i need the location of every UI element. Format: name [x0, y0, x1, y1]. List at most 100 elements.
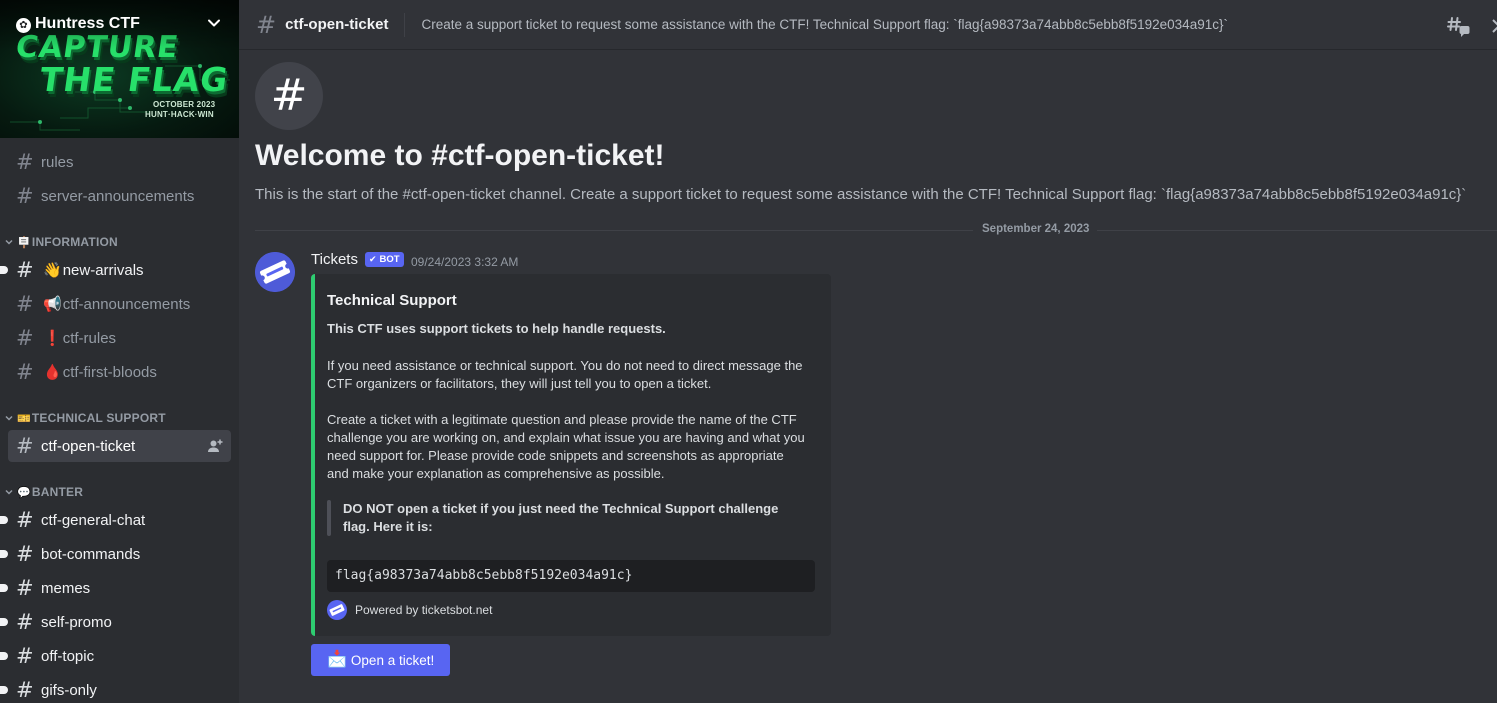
- embed-blockquote: DO NOT open a ticket if you just need th…: [343, 501, 779, 534]
- welcome-subtitle: This is the start of the #ctf-open-ticke…: [255, 186, 1467, 203]
- banner-title-line2: THE FLAG: [37, 60, 232, 99]
- server-banner[interactable]: CAPTURE THE FLAG OCTOBER 2023 HUNT·HACK·…: [0, 0, 239, 138]
- server-name[interactable]: Huntress CTF: [35, 15, 140, 33]
- hash-icon: #: [16, 325, 34, 350]
- channel-name: rules: [41, 153, 74, 171]
- date-divider: September 24, 2023: [982, 223, 1090, 235]
- banner-date: OCTOBER 2023: [153, 100, 216, 109]
- channel-name: gifs-only: [41, 681, 97, 699]
- threads-icon[interactable]: [1447, 14, 1471, 38]
- footer-ticket-icon: [327, 600, 347, 620]
- channel-topic[interactable]: Create a support ticket to request some …: [421, 17, 1228, 32]
- ticket-avatar-icon: [255, 252, 295, 292]
- channel-hash-icon: #: [255, 62, 323, 130]
- channel-emoji: 🩸: [43, 363, 62, 381]
- sidebar-item-rules[interactable]: # rules: [8, 146, 231, 178]
- ticket-icon: [329, 604, 345, 616]
- hash-icon: #: [16, 257, 34, 282]
- header-channel-name: ctf-open-ticket: [285, 16, 389, 33]
- chevron-down-icon[interactable]: [205, 14, 223, 32]
- blockquote-bar: [327, 500, 331, 536]
- category-emoji: 💬: [17, 486, 31, 499]
- chevron-down-icon: [5, 489, 13, 495]
- category-label: INFORMATION: [31, 235, 118, 249]
- welcome-title: Welcome to #ctf-open-ticket!: [255, 139, 665, 172]
- category-technical-support[interactable]: 🎫 TECHNICAL SUPPORT: [4, 410, 166, 426]
- channel-name: ctf-general-chat: [41, 511, 146, 529]
- unread-indicator: [0, 266, 8, 274]
- hash-icon: #: [16, 541, 34, 566]
- verified-check-icon: ✔: [369, 254, 377, 264]
- unread-indicator: [0, 618, 8, 626]
- sidebar-item-off-topic[interactable]: # off-topic: [0, 640, 231, 672]
- hash-icon: #: [16, 677, 34, 702]
- channel-name: ctf-first-bloods: [62, 363, 157, 381]
- hash-icon: #: [16, 149, 34, 174]
- hash-icon: #: [16, 507, 34, 532]
- embed-description-bold: This CTF uses support tickets to help ha…: [327, 321, 666, 336]
- channel-emoji: 📢: [43, 295, 62, 313]
- category-emoji: 🎫: [17, 412, 31, 425]
- channel-name: ctf-announcements: [62, 295, 191, 313]
- bot-tag-label: BOT: [379, 254, 400, 265]
- sidebar-item-ctf-first-bloods[interactable]: # 🩸 ctf-first-bloods: [8, 356, 231, 388]
- avatar[interactable]: [255, 252, 295, 292]
- server-badge-icon: ✿: [16, 18, 31, 33]
- channel-emoji: 👋: [43, 261, 62, 279]
- sidebar-item-bot-commands[interactable]: # bot-commands: [0, 538, 231, 570]
- banner-tagline: HUNT·HACK·WIN: [145, 110, 214, 119]
- embed-title: Technical Support: [327, 292, 457, 309]
- hash-icon: #: [16, 609, 34, 634]
- message-author[interactable]: Tickets: [311, 251, 358, 268]
- date-divider-line: [255, 230, 973, 231]
- hash-icon: #: [16, 291, 34, 316]
- unread-indicator: [0, 516, 8, 524]
- sidebar-item-ctf-general-chat[interactable]: # ctf-general-chat: [0, 504, 231, 536]
- sidebar-item-self-promo[interactable]: # self-promo: [0, 606, 231, 638]
- sidebar-item-server-announcements[interactable]: # server-announcements: [8, 180, 231, 212]
- channel-header: # ctf-open-ticket Create a support ticke…: [239, 0, 1497, 50]
- category-emoji: 🪧: [17, 236, 31, 249]
- hash-icon: #: [16, 575, 34, 600]
- hash-icon: #: [256, 10, 277, 39]
- open-ticket-label: Open a ticket!: [350, 652, 435, 668]
- sidebar-item-ctf-open-ticket[interactable]: # ctf-open-ticket: [8, 430, 231, 462]
- channel-name: bot-commands: [41, 545, 141, 563]
- message-embed: Technical Support This CTF uses support …: [311, 274, 831, 636]
- channel-name: new-arrivals: [62, 261, 144, 279]
- hash-icon: #: [16, 643, 34, 668]
- category-label: TECHNICAL SUPPORT: [31, 411, 166, 425]
- date-divider-line: [1097, 230, 1497, 231]
- message-timestamp: 09/24/2023 3:32 AM: [411, 255, 519, 269]
- sidebar-item-gifs-only[interactable]: # gifs-only: [0, 674, 231, 703]
- sidebar-item-ctf-announcements[interactable]: # 📢 ctf-announcements: [8, 288, 231, 320]
- chevron-down-icon: [5, 415, 13, 421]
- channel-name: off-topic: [41, 647, 95, 665]
- category-information[interactable]: 🪧 INFORMATION: [4, 234, 118, 250]
- pin-icon[interactable]: [1491, 14, 1497, 38]
- channel-name: server-announcements: [41, 187, 195, 205]
- sidebar-item-memes[interactable]: # memes: [0, 572, 231, 604]
- sidebar-item-new-arrivals[interactable]: # 👋 new-arrivals: [0, 254, 231, 286]
- envelope-icon: 📩: [327, 651, 347, 668]
- sidebar-item-ctf-rules[interactable]: # ❗ ctf-rules: [8, 322, 231, 354]
- channel-name: memes: [41, 579, 91, 597]
- header-divider: [404, 12, 406, 37]
- category-label: BANTER: [31, 485, 84, 499]
- chevron-down-icon: [5, 239, 13, 245]
- unread-indicator: [0, 652, 8, 660]
- channel-name: self-promo: [41, 613, 112, 631]
- open-ticket-button[interactable]: 📩 Open a ticket!: [311, 644, 450, 676]
- embed-paragraph: Create a ticket with a legitimate questi…: [327, 412, 805, 481]
- unread-indicator: [0, 550, 8, 558]
- channel-name: ctf-open-ticket: [41, 437, 136, 455]
- channel-sidebar: CAPTURE THE FLAG OCTOBER 2023 HUNT·HACK·…: [0, 0, 239, 703]
- channel-emoji: ❗: [43, 329, 62, 347]
- embed-paragraph: If you need assistance or technical supp…: [327, 358, 803, 391]
- bot-badge: ✔ BOT: [365, 252, 404, 267]
- add-member-icon[interactable]: [207, 438, 223, 454]
- flag-code-block[interactable]: flag{a98373a74abb8c5ebb8f5192e034a91c}: [327, 560, 815, 592]
- category-banter[interactable]: 💬 BANTER: [4, 484, 83, 500]
- hash-icon: #: [16, 183, 34, 208]
- hash-icon: #: [16, 359, 34, 384]
